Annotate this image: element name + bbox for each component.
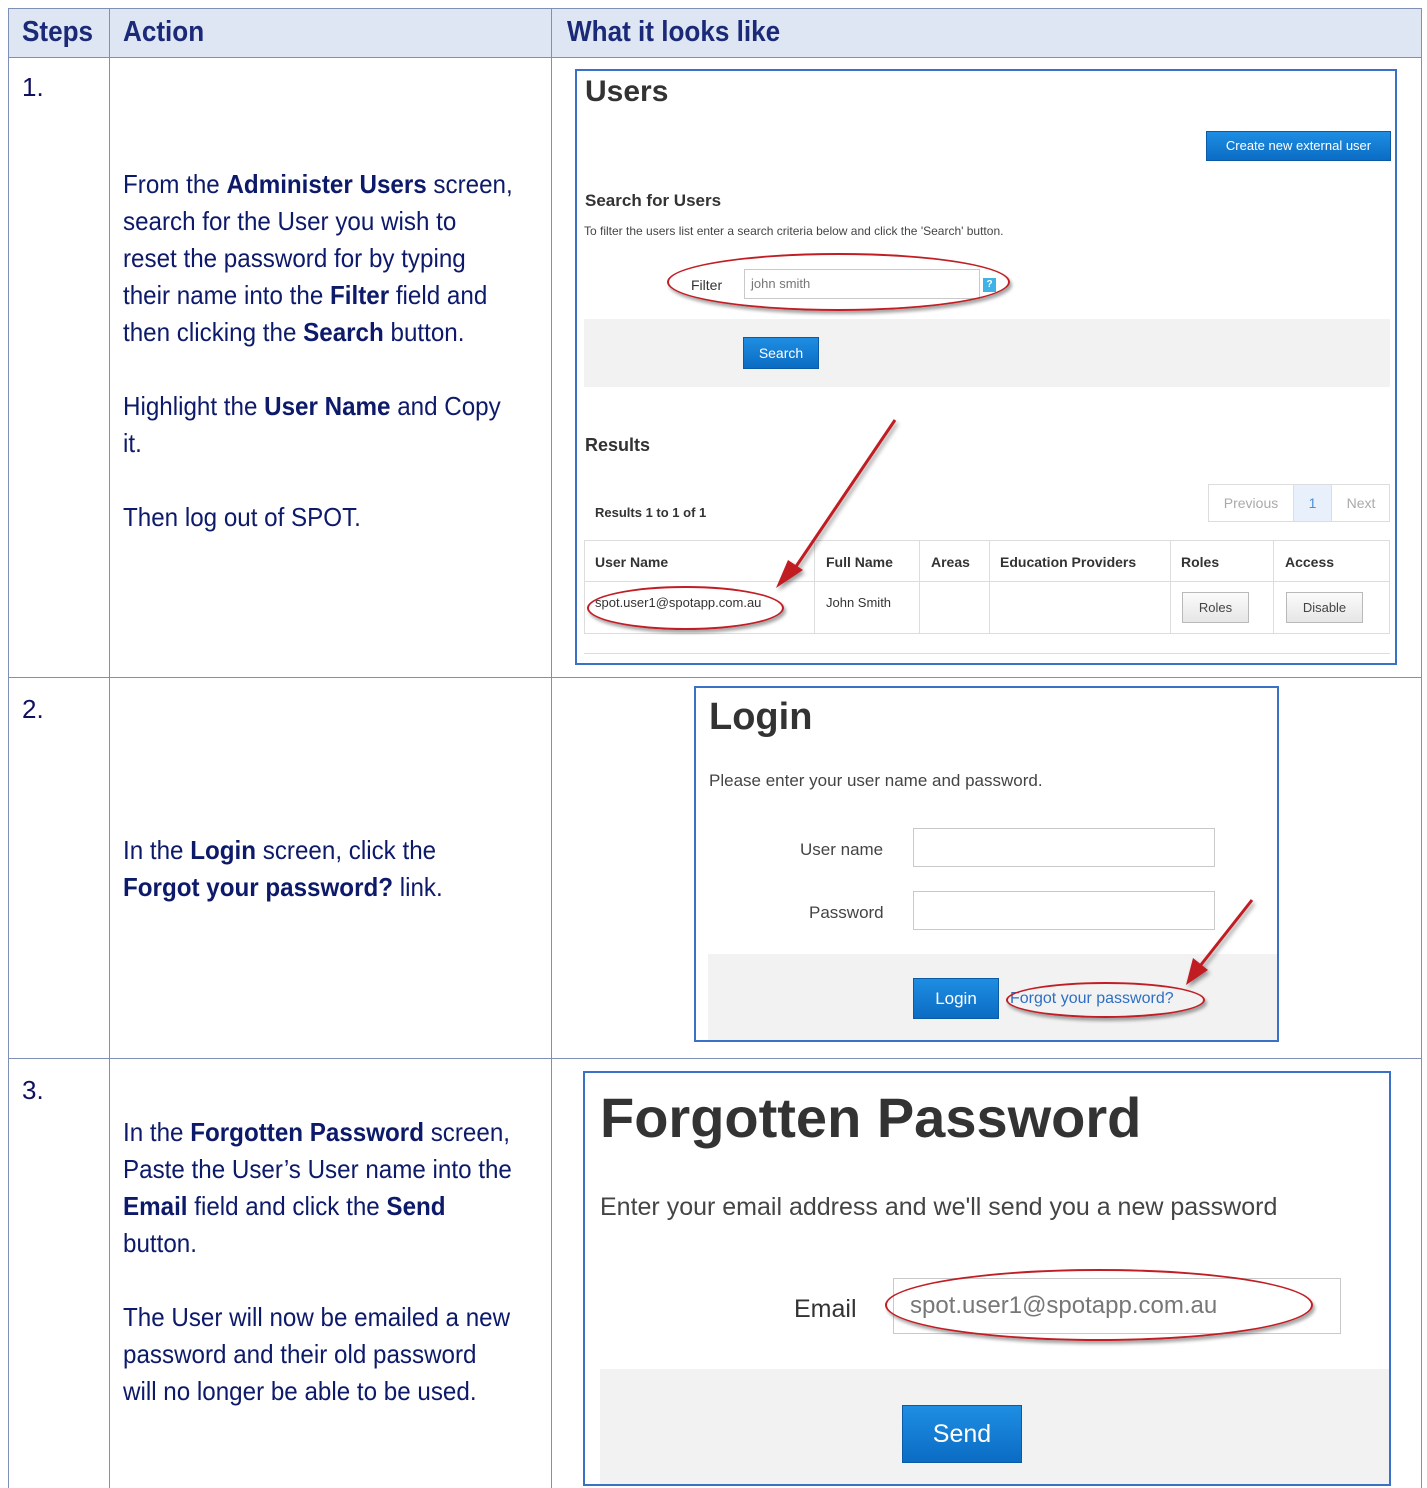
login-button[interactable]: Login bbox=[913, 978, 999, 1019]
column-header-user-name[interactable]: User Name bbox=[595, 554, 668, 570]
action-text: The User will now be emailed a new passw… bbox=[123, 1302, 511, 1406]
password-label: Password bbox=[809, 903, 884, 922]
header-what-it-looks-like: What it looks like bbox=[567, 16, 781, 48]
username-label: User name bbox=[800, 840, 884, 859]
email-label: Email bbox=[794, 1295, 857, 1323]
pager-page-1[interactable]: 1 bbox=[1294, 485, 1331, 521]
action-text: link. bbox=[393, 872, 443, 902]
action-emphasis: Forgotten Password bbox=[190, 1117, 424, 1147]
login-screen: Login Please enter your user name and pa… bbox=[694, 686, 1279, 1042]
send-button[interactable]: Send bbox=[902, 1405, 1022, 1463]
table-border-left bbox=[8, 8, 9, 1488]
step-2-action: In the Login screen, click the Forgot yo… bbox=[123, 832, 514, 943]
table-border-right bbox=[1421, 8, 1422, 1488]
users-title: Users bbox=[585, 75, 669, 108]
table-border-row1 bbox=[8, 677, 1422, 678]
step-3-action: In the Forgotten Password screen, Paste … bbox=[123, 1114, 514, 1447]
action-emphasis: Filter bbox=[329, 280, 390, 310]
create-external-user-button[interactable]: Create new external user bbox=[1206, 131, 1391, 161]
column-header-areas[interactable]: Areas bbox=[931, 554, 970, 570]
action-emphasis: Administer Users bbox=[226, 169, 427, 199]
table-border-row2 bbox=[8, 1058, 1422, 1059]
disable-button[interactable]: Disable bbox=[1286, 592, 1363, 623]
action-emphasis: Email bbox=[123, 1191, 188, 1221]
action-emphasis: Forgot your password? bbox=[123, 872, 394, 902]
username-highlight-ellipse bbox=[587, 586, 784, 630]
column-header-education-providers[interactable]: Education Providers bbox=[1000, 554, 1136, 570]
table-border-col2 bbox=[551, 8, 552, 1488]
pager-previous[interactable]: Previous bbox=[1209, 485, 1294, 521]
action-emphasis: Login bbox=[190, 835, 257, 865]
login-instruction: Please enter your user name and password… bbox=[709, 771, 1043, 790]
results-col-divider bbox=[1273, 540, 1274, 634]
panel-bottom-divider bbox=[584, 653, 1390, 654]
table-border-col1 bbox=[109, 8, 110, 1488]
step-1-action: From the Administer Users screen, search… bbox=[123, 166, 514, 573]
table-border-header bbox=[8, 57, 1422, 58]
username-input[interactable] bbox=[913, 828, 1215, 867]
action-text: In the bbox=[123, 835, 191, 865]
results-heading: Results bbox=[585, 435, 651, 455]
action-paragraph: From the Administer Users screen, search… bbox=[123, 166, 514, 351]
action-paragraph: The User will now be emailed a new passw… bbox=[123, 1299, 514, 1410]
action-text: Then log out of SPOT. bbox=[123, 502, 361, 532]
action-paragraph: In the Forgotten Password screen, Paste … bbox=[123, 1114, 514, 1262]
action-text: In the bbox=[123, 1117, 191, 1147]
results-count: Results 1 to 1 of 1 bbox=[595, 505, 707, 520]
action-emphasis: Send bbox=[386, 1191, 446, 1221]
header-steps: Steps bbox=[22, 16, 94, 48]
action-text: button. bbox=[123, 1228, 197, 1258]
forgotten-password-title: Forgotten Password bbox=[600, 1086, 1142, 1149]
step-number-3: 3. bbox=[22, 1075, 44, 1105]
search-button[interactable]: Search bbox=[743, 337, 819, 369]
action-paragraph: Highlight the User Name and Copy it. bbox=[123, 388, 514, 462]
action-emphasis: Search bbox=[303, 317, 384, 347]
pagination: Previous 1 Next bbox=[1208, 484, 1390, 522]
search-button-bar bbox=[584, 319, 1390, 387]
action-paragraph: Then log out of SPOT. bbox=[123, 499, 514, 536]
action-paragraph: In the Login screen, click the Forgot yo… bbox=[123, 832, 514, 906]
results-table-header-divider bbox=[584, 581, 1390, 582]
column-header-full-name[interactable]: Full Name bbox=[826, 554, 893, 570]
users-screen: Users Create new external user Search fo… bbox=[575, 69, 1397, 665]
search-for-users-heading: Search for Users bbox=[585, 191, 722, 210]
results-col-divider bbox=[814, 540, 815, 634]
step-number-1: 1. bbox=[22, 72, 44, 102]
roles-button[interactable]: Roles bbox=[1182, 592, 1249, 623]
row-full-name: John Smith bbox=[826, 595, 892, 610]
action-text: From the bbox=[123, 169, 227, 199]
results-col-divider bbox=[919, 540, 920, 634]
email-highlight-ellipse bbox=[885, 1269, 1313, 1341]
action-emphasis: User Name bbox=[264, 391, 391, 421]
results-col-divider bbox=[1170, 540, 1171, 634]
pager-next[interactable]: Next bbox=[1331, 485, 1390, 521]
filter-highlight-ellipse bbox=[667, 253, 1010, 311]
forgotten-password-screen: Forgotten Password Enter your email addr… bbox=[583, 1071, 1391, 1486]
results-col-divider bbox=[989, 540, 990, 634]
column-header-access[interactable]: Access bbox=[1285, 554, 1334, 570]
action-text: field and click the bbox=[187, 1191, 387, 1221]
action-text: screen, click the bbox=[256, 835, 437, 865]
action-text: Highlight the bbox=[123, 391, 265, 421]
action-text: button. bbox=[383, 317, 465, 347]
forgotten-password-instruction: Enter your email address and we'll send … bbox=[600, 1193, 1278, 1221]
forgot-link-highlight-ellipse bbox=[1006, 982, 1205, 1018]
step-number-2: 2. bbox=[22, 694, 44, 724]
login-title: Login bbox=[709, 696, 813, 738]
table-border-top bbox=[8, 8, 1422, 9]
header-action: Action bbox=[123, 16, 205, 48]
search-hint-text: To filter the users list enter a search … bbox=[584, 224, 1004, 238]
column-header-roles[interactable]: Roles bbox=[1181, 554, 1219, 570]
password-input[interactable] bbox=[913, 891, 1215, 930]
